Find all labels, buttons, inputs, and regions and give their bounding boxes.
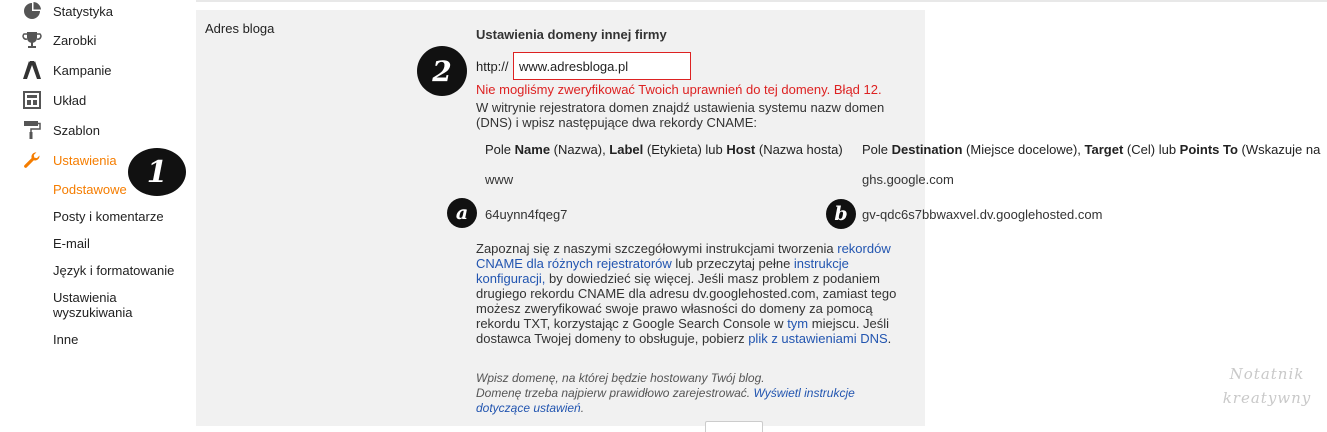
subnav-ustawienia-wyszukiwania[interactable]: Ustawienia wyszukiwania [53, 290, 153, 320]
annotation-badge-a: a [447, 198, 477, 228]
dns-instructions: W witrynie rejestratora domen znajdź ust… [476, 100, 885, 130]
sidebar-item-ustawienia[interactable]: Ustawienia [22, 149, 117, 171]
dns-settings-file-link[interactable]: plik z ustawieniami DNS [748, 331, 887, 346]
sidebar-item-label: Statystyka [53, 3, 113, 19]
annotation-badge-2: 2 [417, 46, 467, 96]
subnav-inne[interactable]: Inne [53, 332, 78, 347]
sidebar-item-uklad[interactable]: Układ [22, 89, 86, 111]
dns-row-1-name: www [485, 172, 514, 187]
sidebar-item-label: Ustawienia [53, 152, 117, 168]
sidebar-item-szablon[interactable]: Szablon [22, 119, 100, 141]
top-divider [196, 0, 1327, 2]
help-paragraph: Zapoznaj się z naszymi szczegółowymi ins… [476, 241, 897, 346]
dns-column-header-destination: Pole Destination (Miejsce docelowe), Tar… [862, 142, 1321, 157]
sidebar-item-label: Kampanie [53, 62, 112, 78]
sidebar: Statystyka Zarobki Kampanie Układ Szablo… [0, 0, 196, 426]
domain-hint: Wpisz domenę, na której będzie hostowany… [476, 371, 855, 415]
layout-icon [22, 90, 42, 110]
sidebar-item-label: Szablon [53, 122, 100, 138]
domain-input[interactable] [513, 52, 691, 80]
watermark: Notatnik kreatywny [1222, 365, 1312, 407]
save-button[interactable] [705, 421, 763, 432]
annotation-badge-1: 1 [128, 148, 186, 196]
subnav-jezyk-i-formatowanie[interactable]: Język i formatowanie [53, 263, 174, 278]
wrench-icon [22, 150, 42, 170]
panel-label: Adres bloga [205, 21, 275, 36]
error-message: Nie mogliśmy zweryfikować Twoich uprawni… [476, 82, 882, 97]
trophy-icon [22, 30, 42, 50]
annotation-badge-b: b [826, 199, 856, 229]
dns-column-header-name: Pole Name (Nazwa), Label (Etykieta) lub … [485, 142, 843, 157]
http-prefix: http:// [476, 59, 509, 74]
sidebar-item-statystyka[interactable]: Statystyka [22, 0, 113, 22]
search-console-link[interactable]: tym [787, 316, 808, 331]
pie-chart-icon [22, 1, 42, 21]
subnav-posty-i-komentarze[interactable]: Posty i komentarze [53, 209, 164, 224]
adsense-logo-icon [22, 60, 42, 80]
sidebar-item-label: Układ [53, 92, 87, 108]
subnav-podstawowe[interactable]: Podstawowe [53, 182, 127, 197]
sidebar-item-kampanie[interactable]: Kampanie [22, 59, 112, 81]
section-title: Ustawienia domeny innej firmy [476, 27, 667, 42]
paint-roller-icon [22, 120, 42, 140]
dns-row-1-target: ghs.google.com [862, 172, 954, 187]
sidebar-item-zarobki[interactable]: Zarobki [22, 29, 96, 51]
dns-row-2-name: 64uynn4fqeg7 [485, 207, 568, 222]
sidebar-item-label: Zarobki [53, 32, 97, 48]
subnav-email[interactable]: E-mail [53, 236, 90, 251]
dns-row-2-target: gv-qdc6s7bbwaxvel.dv.googlehosted.com [862, 207, 1103, 222]
